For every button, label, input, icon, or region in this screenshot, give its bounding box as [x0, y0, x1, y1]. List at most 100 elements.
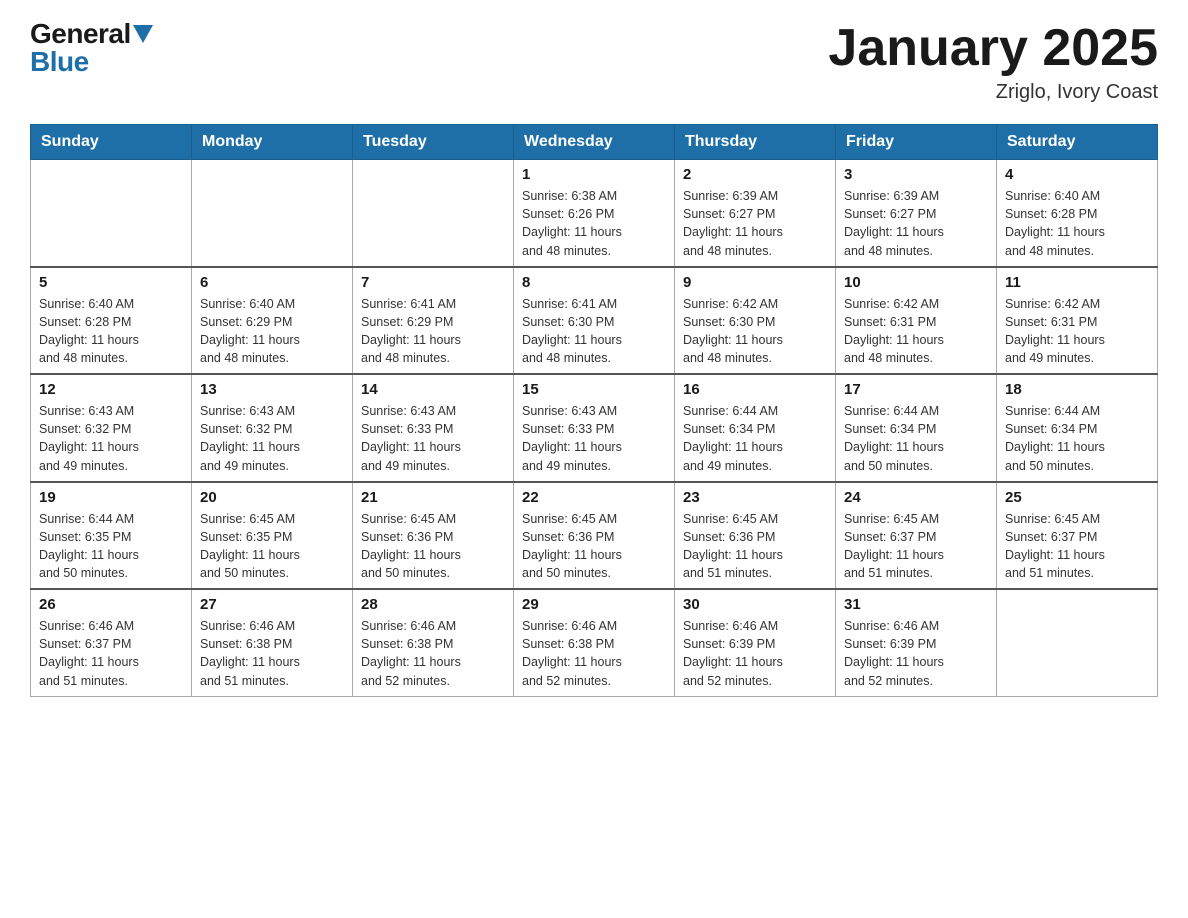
- calendar-cell: 9 Sunrise: 6:42 AM Sunset: 6:30 PM Daylig…: [675, 267, 836, 375]
- calendar-cell: 30Sunrise: 6:46 AM Sunset: 6:39 PM Dayli…: [675, 589, 836, 696]
- header-day-friday: Friday: [836, 125, 997, 160]
- day-info: Sunrise: 6:45 AM Sunset: 6:35 PM Dayligh…: [200, 510, 344, 583]
- calendar-cell: 26 Sunrise: 6:46 AM Sunset: 6:37 PM Dayli…: [31, 589, 192, 696]
- calendar-cell: 11 Sunrise: 6:42 AM Sunset: 6:31 PM Dayli…: [997, 267, 1158, 375]
- calendar-cell: 13Sunrise: 6:43 AM Sunset: 6:32 PM Dayli…: [192, 374, 353, 482]
- day-info: Sunrise: 6:41 AM Sunset: 6:29 PM Dayligh…: [361, 295, 505, 368]
- day-number: 5: [39, 274, 183, 291]
- title-block: January 2025 Zriglo, Ivory Coast: [828, 20, 1158, 104]
- day-info: Sunrise: 6:39 AM Sunset: 6:27 PM Dayligh…: [683, 187, 827, 260]
- calendar-week-2: 5 Sunrise: 6:40 AM Sunset: 6:28 PM Daylig…: [31, 267, 1158, 375]
- day-number: 16: [683, 381, 827, 398]
- header-day-sunday: Sunday: [31, 125, 192, 160]
- day-info: Sunrise: 6:38 AM Sunset: 6:26 PM Dayligh…: [522, 187, 666, 260]
- day-number: 9: [683, 274, 827, 291]
- month-title: January 2025: [828, 20, 1158, 77]
- day-info: Sunrise: 6:40 AM Sunset: 6:28 PM Dayligh…: [39, 295, 183, 368]
- calendar-cell: 28 Sunrise: 6:46 AM Sunset: 6:38 PM Dayli…: [353, 589, 514, 696]
- day-number: 15: [522, 381, 666, 398]
- day-info: Sunrise: 6:46 AM Sunset: 6:39 PM Dayligh…: [683, 617, 827, 690]
- day-info: Sunrise: 6:45 AM Sunset: 6:36 PM Dayligh…: [361, 510, 505, 583]
- calendar-cell: [353, 160, 514, 267]
- day-number: 24: [844, 489, 988, 506]
- day-number: 25: [1005, 489, 1149, 506]
- calendar-cell: 16 Sunrise: 6:44 AM Sunset: 6:34 PM Dayli…: [675, 374, 836, 482]
- day-info: Sunrise: 6:44 AM Sunset: 6:34 PM Dayligh…: [683, 402, 827, 475]
- day-number: 19: [39, 489, 183, 506]
- day-number: 3: [844, 166, 988, 183]
- day-number: 26: [39, 596, 183, 613]
- calendar-cell: 5 Sunrise: 6:40 AM Sunset: 6:28 PM Daylig…: [31, 267, 192, 375]
- day-info: Sunrise: 6:42 AM Sunset: 6:31 PM Dayligh…: [1005, 295, 1149, 368]
- calendar-cell: 22Sunrise: 6:45 AM Sunset: 6:36 PM Dayli…: [514, 482, 675, 590]
- day-number: 27: [200, 596, 344, 613]
- day-info: Sunrise: 6:43 AM Sunset: 6:32 PM Dayligh…: [200, 402, 344, 475]
- calendar-cell: 25 Sunrise: 6:45 AM Sunset: 6:37 PM Dayli…: [997, 482, 1158, 590]
- day-number: 17: [844, 381, 988, 398]
- calendar-cell: 3Sunrise: 6:39 AM Sunset: 6:27 PM Daylig…: [836, 160, 997, 267]
- day-number: 7: [361, 274, 505, 291]
- calendar-cell: 17 Sunrise: 6:44 AM Sunset: 6:34 PM Dayli…: [836, 374, 997, 482]
- header-day-thursday: Thursday: [675, 125, 836, 160]
- calendar-cell: [997, 589, 1158, 696]
- day-info: Sunrise: 6:40 AM Sunset: 6:28 PM Dayligh…: [1005, 187, 1149, 260]
- calendar-cell: 1 Sunrise: 6:38 AM Sunset: 6:26 PM Daylig…: [514, 160, 675, 267]
- logo-blue: Blue: [30, 48, 153, 76]
- day-info: Sunrise: 6:45 AM Sunset: 6:36 PM Dayligh…: [522, 510, 666, 583]
- calendar-table: SundayMondayTuesdayWednesdayThursdayFrid…: [30, 124, 1158, 697]
- calendar-cell: 8 Sunrise: 6:41 AM Sunset: 6:30 PM Daylig…: [514, 267, 675, 375]
- calendar-cell: 15 Sunrise: 6:43 AM Sunset: 6:33 PM Dayli…: [514, 374, 675, 482]
- day-number: 31: [844, 596, 988, 613]
- day-number: 23: [683, 489, 827, 506]
- calendar-cell: 18Sunrise: 6:44 AM Sunset: 6:34 PM Dayli…: [997, 374, 1158, 482]
- calendar-header: SundayMondayTuesdayWednesdayThursdayFrid…: [31, 125, 1158, 160]
- header-day-saturday: Saturday: [997, 125, 1158, 160]
- day-info: Sunrise: 6:42 AM Sunset: 6:30 PM Dayligh…: [683, 295, 827, 368]
- day-info: Sunrise: 6:41 AM Sunset: 6:30 PM Dayligh…: [522, 295, 666, 368]
- calendar-cell: 31Sunrise: 6:46 AM Sunset: 6:39 PM Dayli…: [836, 589, 997, 696]
- day-info: Sunrise: 6:46 AM Sunset: 6:38 PM Dayligh…: [200, 617, 344, 690]
- calendar-cell: 14Sunrise: 6:43 AM Sunset: 6:33 PM Dayli…: [353, 374, 514, 482]
- day-info: Sunrise: 6:42 AM Sunset: 6:31 PM Dayligh…: [844, 295, 988, 368]
- header-day-tuesday: Tuesday: [353, 125, 514, 160]
- day-info: Sunrise: 6:46 AM Sunset: 6:38 PM Dayligh…: [361, 617, 505, 690]
- location: Zriglo, Ivory Coast: [828, 81, 1158, 104]
- calendar-cell: 6Sunrise: 6:40 AM Sunset: 6:29 PM Daylig…: [192, 267, 353, 375]
- calendar-cell: [31, 160, 192, 267]
- day-number: 8: [522, 274, 666, 291]
- day-info: Sunrise: 6:40 AM Sunset: 6:29 PM Dayligh…: [200, 295, 344, 368]
- logo-triangle-icon: [133, 25, 153, 43]
- calendar-week-4: 19 Sunrise: 6:44 AM Sunset: 6:35 PM Dayli…: [31, 482, 1158, 590]
- day-info: Sunrise: 6:46 AM Sunset: 6:38 PM Dayligh…: [522, 617, 666, 690]
- day-info: Sunrise: 6:45 AM Sunset: 6:37 PM Dayligh…: [1005, 510, 1149, 583]
- day-info: Sunrise: 6:46 AM Sunset: 6:37 PM Dayligh…: [39, 617, 183, 690]
- day-info: Sunrise: 6:44 AM Sunset: 6:35 PM Dayligh…: [39, 510, 183, 583]
- calendar-cell: 27 Sunrise: 6:46 AM Sunset: 6:38 PM Dayli…: [192, 589, 353, 696]
- calendar-cell: 29 Sunrise: 6:46 AM Sunset: 6:38 PM Dayli…: [514, 589, 675, 696]
- calendar-week-5: 26 Sunrise: 6:46 AM Sunset: 6:37 PM Dayli…: [31, 589, 1158, 696]
- day-info: Sunrise: 6:43 AM Sunset: 6:33 PM Dayligh…: [361, 402, 505, 475]
- day-info: Sunrise: 6:43 AM Sunset: 6:33 PM Dayligh…: [522, 402, 666, 475]
- day-info: Sunrise: 6:44 AM Sunset: 6:34 PM Dayligh…: [1005, 402, 1149, 475]
- calendar-cell: 23Sunrise: 6:45 AM Sunset: 6:36 PM Dayli…: [675, 482, 836, 590]
- logo-top: General: [30, 20, 153, 48]
- day-number: 11: [1005, 274, 1149, 291]
- calendar-cell: 10 Sunrise: 6:42 AM Sunset: 6:31 PM Dayli…: [836, 267, 997, 375]
- calendar-cell: 7 Sunrise: 6:41 AM Sunset: 6:29 PM Daylig…: [353, 267, 514, 375]
- calendar-cell: 21Sunrise: 6:45 AM Sunset: 6:36 PM Dayli…: [353, 482, 514, 590]
- calendar-week-1: 1 Sunrise: 6:38 AM Sunset: 6:26 PM Daylig…: [31, 160, 1158, 267]
- day-number: 20: [200, 489, 344, 506]
- day-number: 1: [522, 166, 666, 183]
- header-row: SundayMondayTuesdayWednesdayThursdayFrid…: [31, 125, 1158, 160]
- day-info: Sunrise: 6:44 AM Sunset: 6:34 PM Dayligh…: [844, 402, 988, 475]
- calendar-cell: 12Sunrise: 6:43 AM Sunset: 6:32 PM Dayli…: [31, 374, 192, 482]
- day-number: 28: [361, 596, 505, 613]
- calendar-cell: 24Sunrise: 6:45 AM Sunset: 6:37 PM Dayli…: [836, 482, 997, 590]
- day-number: 10: [844, 274, 988, 291]
- calendar-cell: 19 Sunrise: 6:44 AM Sunset: 6:35 PM Dayli…: [31, 482, 192, 590]
- calendar-cell: 4Sunrise: 6:40 AM Sunset: 6:28 PM Daylig…: [997, 160, 1158, 267]
- calendar-cell: 2Sunrise: 6:39 AM Sunset: 6:27 PM Daylig…: [675, 160, 836, 267]
- logo-general: General: [30, 18, 131, 49]
- calendar-cell: [192, 160, 353, 267]
- day-number: 29: [522, 596, 666, 613]
